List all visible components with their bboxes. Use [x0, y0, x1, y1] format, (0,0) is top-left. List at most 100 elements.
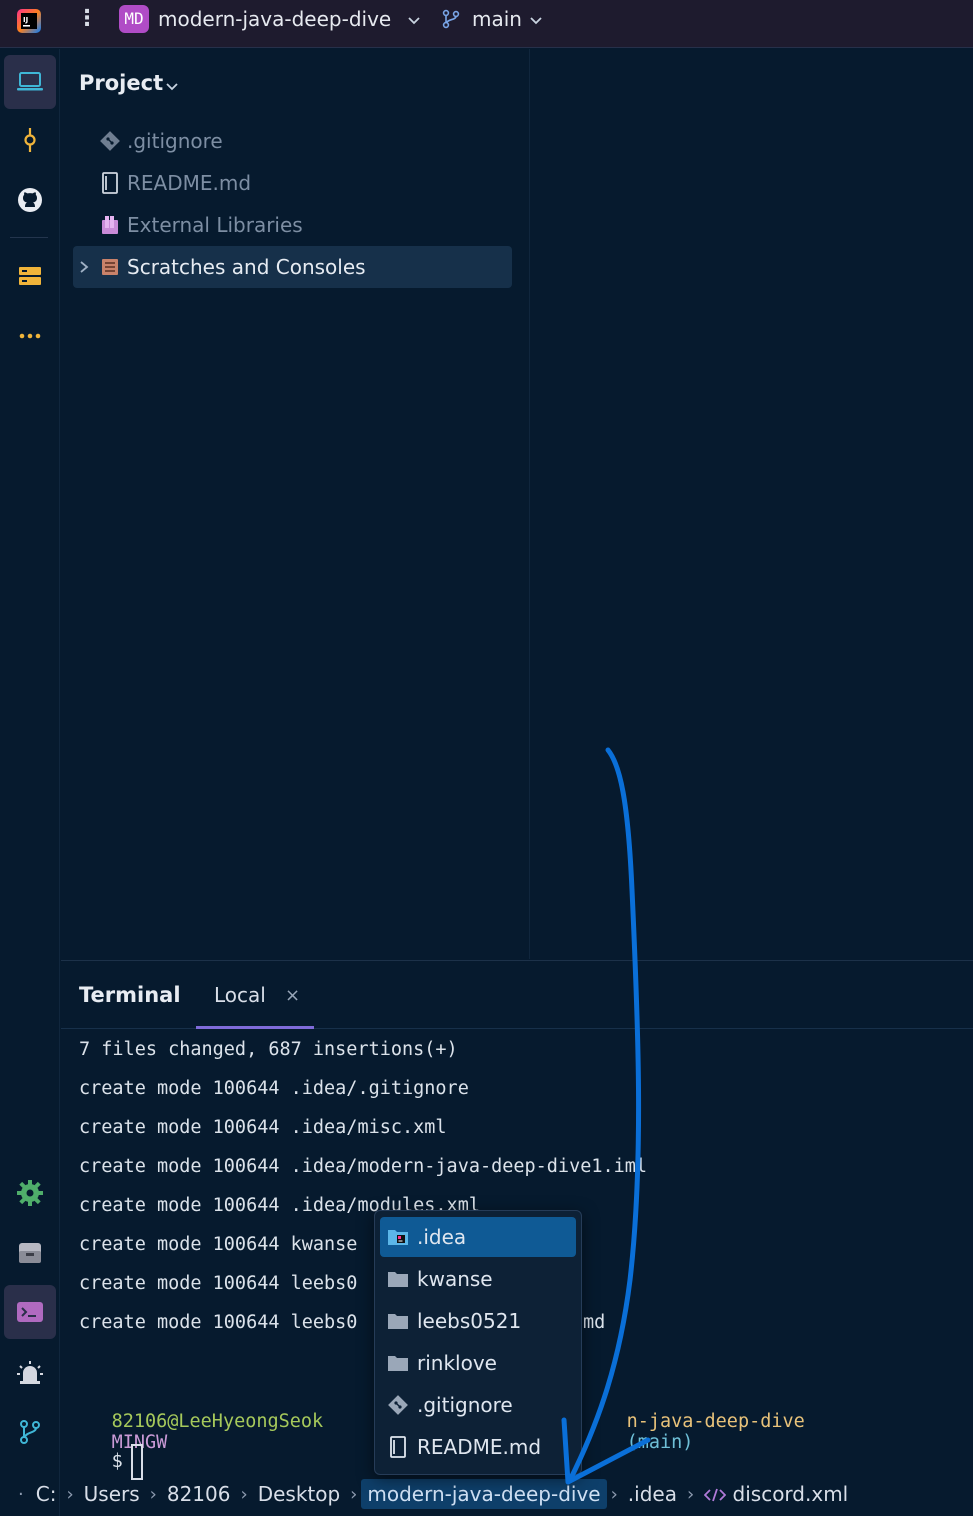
github-tool-button[interactable] — [4, 173, 56, 227]
chevron-right-icon: › — [350, 1483, 358, 1505]
popup-item-idea[interactable]: .idea — [380, 1217, 576, 1257]
terminal-line: create mode 100644 kwanse — [79, 1234, 358, 1255]
commit-tool-button[interactable] — [4, 113, 56, 167]
breadcrumb-item[interactable]: .idea — [622, 1479, 683, 1509]
tab-label: Local — [214, 983, 266, 1007]
terminal-line: 7 files changed, 687 insertions(+) — [79, 1039, 458, 1060]
chevron-right-icon: › — [610, 1483, 618, 1505]
terminal-line: create mode 100644 leebs0 — [79, 1273, 358, 1294]
title-bar: IJ ⋮ MD modern-java-deep-dive main — [0, 0, 973, 48]
popup-item-label: leebs0521 — [417, 1309, 522, 1333]
terminal-line-tail: md — [583, 1312, 606, 1333]
prompt-user: 82106@LeeHyeongSeok — [111, 1411, 324, 1432]
popup-item-leebs0521[interactable]: leebs0521 — [380, 1301, 576, 1341]
git-tool-button[interactable] — [4, 1405, 56, 1459]
popup-item-label: .idea — [417, 1225, 467, 1249]
terminal-tool-button[interactable] — [4, 1285, 56, 1339]
database-tool-button[interactable] — [4, 249, 56, 303]
github-icon — [18, 188, 42, 212]
folder-icon — [385, 1350, 411, 1376]
tree-item-label: README.md — [127, 171, 252, 195]
laptop-icon — [17, 72, 43, 91]
popup-item-kwanse[interactable]: kwanse — [380, 1259, 576, 1299]
popup-item-readme[interactable]: README.md — [380, 1427, 576, 1467]
tab-local[interactable]: Local × — [196, 961, 314, 1029]
tree-item-label: .gitignore — [127, 129, 223, 153]
breadcrumb-item[interactable]: Desktop — [252, 1479, 346, 1509]
tree-item-readme[interactable]: README.md — [73, 162, 512, 204]
popup-item-label: kwanse — [417, 1267, 493, 1291]
alarm-icon — [17, 1361, 43, 1384]
xml-file-icon — [703, 1488, 727, 1502]
breadcrumb-item[interactable]: Users — [78, 1479, 146, 1509]
close-icon[interactable]: × — [285, 985, 300, 1006]
chevron-right-icon: › — [240, 1483, 248, 1505]
project-name-dropdown[interactable]: modern-java-deep-dive — [158, 7, 391, 31]
prompt-dollar: $ — [111, 1451, 123, 1472]
chevron-right-icon[interactable] — [73, 246, 95, 288]
scratches-icon — [97, 254, 123, 280]
breadcrumb-item-label: discord.xml — [732, 1482, 849, 1506]
terminal-line: create mode 100644 leebs0 — [79, 1312, 358, 1333]
folder-icon — [385, 1266, 411, 1292]
tool-window-strip — [0, 49, 60, 1516]
markdown-file-icon — [385, 1434, 411, 1460]
commit-icon — [24, 128, 36, 152]
markdown-file-icon — [97, 170, 123, 196]
project-badge[interactable]: MD — [119, 5, 149, 33]
services-icon — [19, 1243, 41, 1263]
tree-item-label: Scratches and Consoles — [127, 255, 366, 279]
chevron-down-icon[interactable] — [406, 12, 422, 28]
branch-name-dropdown[interactable]: main — [472, 7, 522, 31]
idea-folder-icon — [385, 1224, 411, 1250]
panel-title[interactable]: Project — [79, 71, 163, 95]
terminal-tab-bar: Terminal Local × — [61, 961, 973, 1029]
terminal-line: create mode 100644 .idea/modern-java-dee… — [79, 1156, 648, 1177]
library-icon — [97, 212, 123, 238]
popup-item-label: rinklove — [417, 1351, 497, 1375]
chevron-right-icon: › — [149, 1483, 157, 1505]
notifications-tool-button[interactable] — [4, 1346, 56, 1400]
breadcrumb-popup-menu: .idea kwanse leebs0521 rinklove .gitigno… — [374, 1210, 582, 1475]
server-icon — [19, 267, 41, 285]
services-tool-button[interactable] — [4, 1226, 56, 1280]
terminal-title: Terminal — [79, 983, 181, 1007]
git-branch-icon — [20, 1420, 40, 1444]
tree-item-scratches[interactable]: Scratches and Consoles — [73, 246, 512, 288]
popup-item-gitignore[interactable]: .gitignore — [380, 1385, 576, 1425]
breadcrumb-item-highlighted[interactable]: modern-java-deep-dive — [361, 1479, 607, 1509]
gear-icon — [17, 1180, 43, 1206]
project-panel: Project .gitignore README.md External Li… — [61, 49, 530, 959]
terminal-prompt-path: n-java-deep-dive (main) — [582, 1390, 805, 1474]
tree-item-external-libraries[interactable]: External Libraries — [73, 204, 512, 246]
breadcrumb-item[interactable]: 82106 — [161, 1479, 237, 1509]
terminal-line: create mode 100644 .idea/misc.xml — [79, 1117, 447, 1138]
breadcrumb: · C: › Users › 82106 › Desktop › modern-… — [0, 1472, 973, 1516]
git-diamond-icon — [97, 128, 123, 154]
chevron-right-icon: › — [66, 1483, 74, 1505]
project-tool-button[interactable] — [4, 55, 56, 109]
terminal-line: create mode 100644 .idea/.gitignore — [79, 1078, 469, 1099]
popup-item-rinklove[interactable]: rinklove — [380, 1343, 576, 1383]
chevron-down-icon[interactable] — [528, 12, 544, 28]
prompt-branch: (main) — [626, 1432, 694, 1453]
tree-item-gitignore[interactable]: .gitignore — [73, 120, 512, 162]
chevron-down-icon[interactable] — [165, 79, 179, 93]
breadcrumb-item[interactable]: C: — [30, 1479, 63, 1509]
more-tools-button[interactable] — [4, 309, 56, 363]
git-diamond-icon — [385, 1392, 411, 1418]
prompt-path: n-java-deep-dive — [626, 1411, 805, 1432]
intellij-logo-icon[interactable]: IJ — [16, 8, 42, 34]
terminal-icon — [17, 1302, 43, 1322]
breadcrumb-dot: · — [18, 1483, 24, 1505]
tree-item-label: External Libraries — [127, 213, 303, 237]
svg-text:IJ: IJ — [23, 16, 28, 24]
breadcrumb-item-file[interactable]: discord.xml — [698, 1479, 854, 1509]
settings-tool-button[interactable] — [4, 1166, 56, 1220]
main-menu-kebab-icon[interactable]: ⋮ — [76, 6, 98, 32]
popup-item-label: .gitignore — [417, 1393, 513, 1417]
chevron-right-icon: › — [686, 1483, 695, 1505]
more-dots-icon — [19, 333, 41, 339]
folder-icon — [385, 1308, 411, 1334]
git-branch-icon[interactable] — [440, 8, 462, 30]
